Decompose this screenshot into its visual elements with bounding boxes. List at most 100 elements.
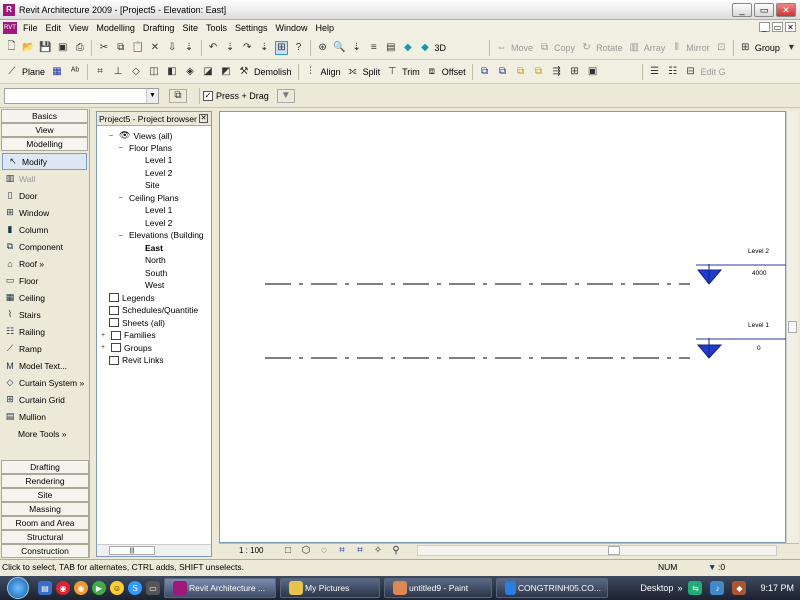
move-to-level-icon[interactable]: ⧉ [532,65,546,79]
design-tool-wall[interactable]: ▥ Wall [0,170,89,187]
menu-help[interactable]: Help [312,23,339,33]
copy-button[interactable]: Copy [554,43,575,53]
properties-icon[interactable]: ▤ [384,41,397,55]
array-button[interactable]: Array [644,43,666,53]
drawing-area[interactable]: Level 2 4000 Level 1 0 [219,111,787,543]
design-tool-window[interactable]: ⊞ Window [0,204,89,221]
redo-icon[interactable]: ↷ [241,41,254,55]
join-icon[interactable]: ◫ [147,65,161,79]
browser-node[interactable]: – 👁 Views (all) [109,130,172,141]
design-tool-model-text[interactable]: M Model Text... [0,357,89,374]
filter-icon[interactable]: ▼ [276,88,295,103]
design-tool-curtain-system[interactable]: ◇ Curtain System » [0,374,89,391]
group-button[interactable]: Group [755,43,780,53]
tab-view[interactable]: View [1,123,88,137]
highlight-icon[interactable]: ⧉ [514,65,528,79]
menu-view[interactable]: View [65,23,92,33]
collapse-icon[interactable]: – [109,132,116,139]
mdi-restore-button[interactable]: ▭ [772,22,783,32]
help-icon[interactable]: ? [292,41,305,55]
cube-icon[interactable]: ◆ [401,41,414,55]
tab-room-and-area[interactable]: Room and Area [1,516,89,530]
tag-icon[interactable]: ⌗ [93,65,107,79]
design-tool-more-tools[interactable]: More Tools » [0,425,89,442]
design-tool-curtain-grid[interactable]: ⊞ Curtain Grid [0,391,89,408]
browser-node[interactable]: + Families [101,330,156,340]
3d-view-icon[interactable]: ◆ [418,41,431,55]
tray-expand-icon[interactable]: » [677,583,682,593]
show-desktop-icon[interactable]: ▭ [146,581,160,595]
collapse-icon[interactable]: – [119,144,126,151]
design-tool-ceiling[interactable]: ▦ Ceiling [0,289,89,306]
taskbar-button[interactable]: untitled9 - Paint [384,578,492,598]
pin-icon[interactable]: ◇ [129,65,143,79]
tab-drafting[interactable]: Drafting [1,460,89,474]
design-tool-component[interactable]: ⧉ Component [0,238,89,255]
browser-node[interactable]: – Elevations (Building [119,230,204,240]
offset-button[interactable]: Offset [442,67,466,77]
browser-node[interactable]: Level 2 [145,168,172,178]
list-icon[interactable]: ☰ [648,65,662,79]
array-icon[interactable]: ▥ [628,41,641,55]
align-button[interactable]: Align [321,67,341,77]
expand-icon[interactable]: + [101,332,108,339]
delete-icon[interactable]: ✕ [148,41,161,55]
plane-button[interactable]: Plane [22,67,45,77]
browser-node[interactable]: Schedules/Quantitie [109,305,198,315]
media-player-icon[interactable]: ▶ [92,581,106,595]
tab-site[interactable]: Site [1,488,89,502]
design-tool-roof[interactable]: ⌂ Roof » [0,255,89,272]
hide-isolate-icon[interactable]: ✧ [371,544,385,558]
maximize-button[interactable]: ▭ [754,3,774,17]
tab-construction[interactable]: Construction [1,544,89,558]
redo-list-icon[interactable]: ⇣ [258,41,271,55]
start-button[interactable] [0,576,36,600]
offset-icon[interactable]: ⧈ [425,65,439,79]
move-icon[interactable]: ⇔ [495,41,508,55]
design-tool-mullion[interactable]: ▤ Mullion [0,408,89,425]
menu-settings[interactable]: Settings [231,23,272,33]
browser-node[interactable]: Level 2 [145,218,172,228]
minimize-button[interactable]: _ [732,3,752,17]
vscroll-thumb[interactable] [788,321,797,333]
resize-icon[interactable]: ⊡ [715,41,728,55]
taskbar-button[interactable]: Revit Architecture ... [164,578,276,598]
group-icon[interactable]: ⊞ [739,41,752,55]
close-icon[interactable]: ✕ [199,114,208,123]
chevron-down-icon[interactable]: ▼ [146,88,158,103]
design-tool-railing[interactable]: ☷ Railing [0,323,89,340]
tab-basics[interactable]: Basics [1,109,88,123]
browser-node[interactable]: Level 1 [145,155,172,165]
drawing-horizontal-scrollbar[interactable] [417,545,777,556]
tray-app-icon[interactable]: ◆ [732,581,747,595]
tab-modelling[interactable]: Modelling [1,137,88,151]
create-similar-icon[interactable]: ▣ [586,65,600,79]
plane-icon[interactable]: ⟋ [5,65,19,79]
menu-site[interactable]: Site [178,23,202,33]
firefox-icon[interactable]: ◉ [74,581,88,595]
3d-view-label[interactable]: 3D [434,43,446,53]
demolish-button[interactable]: Demolish [254,67,292,77]
design-tool-column[interactable]: ▮ Column [0,221,89,238]
paste-icon[interactable]: 📋 [131,41,144,55]
collapse-icon[interactable]: – [119,232,126,239]
detail-level-icon[interactable]: □ [281,544,295,558]
hscroll-thumb[interactable] [608,546,620,555]
split-button[interactable]: Split [363,67,381,77]
more-icon[interactable]: ▾ [785,41,798,55]
design-tool-ramp[interactable]: ⟋ Ramp [0,340,89,357]
taskbar-button[interactable]: My Pictures [280,578,380,598]
open-icon[interactable]: 📂 [22,41,35,55]
split-icon[interactable]: ⟗ [346,65,360,79]
zoom-list-icon[interactable]: ⇣ [350,41,363,55]
trim-button[interactable]: Trim [402,67,420,77]
split-face-icon[interactable]: ◪ [201,65,215,79]
filter-icon[interactable]: ▼ [708,562,716,572]
menu-modelling[interactable]: Modelling [92,23,139,33]
paste-aligned-icon[interactable]: ⇣ [183,41,196,55]
paste-to-level-icon[interactable]: ⧉ [496,65,510,79]
align-icon[interactable]: ⫶ [304,65,318,79]
view-scale[interactable]: 1 : 100 [239,546,279,555]
browser-node[interactable]: South [145,268,167,278]
undo-icon[interactable]: ↶ [207,41,220,55]
